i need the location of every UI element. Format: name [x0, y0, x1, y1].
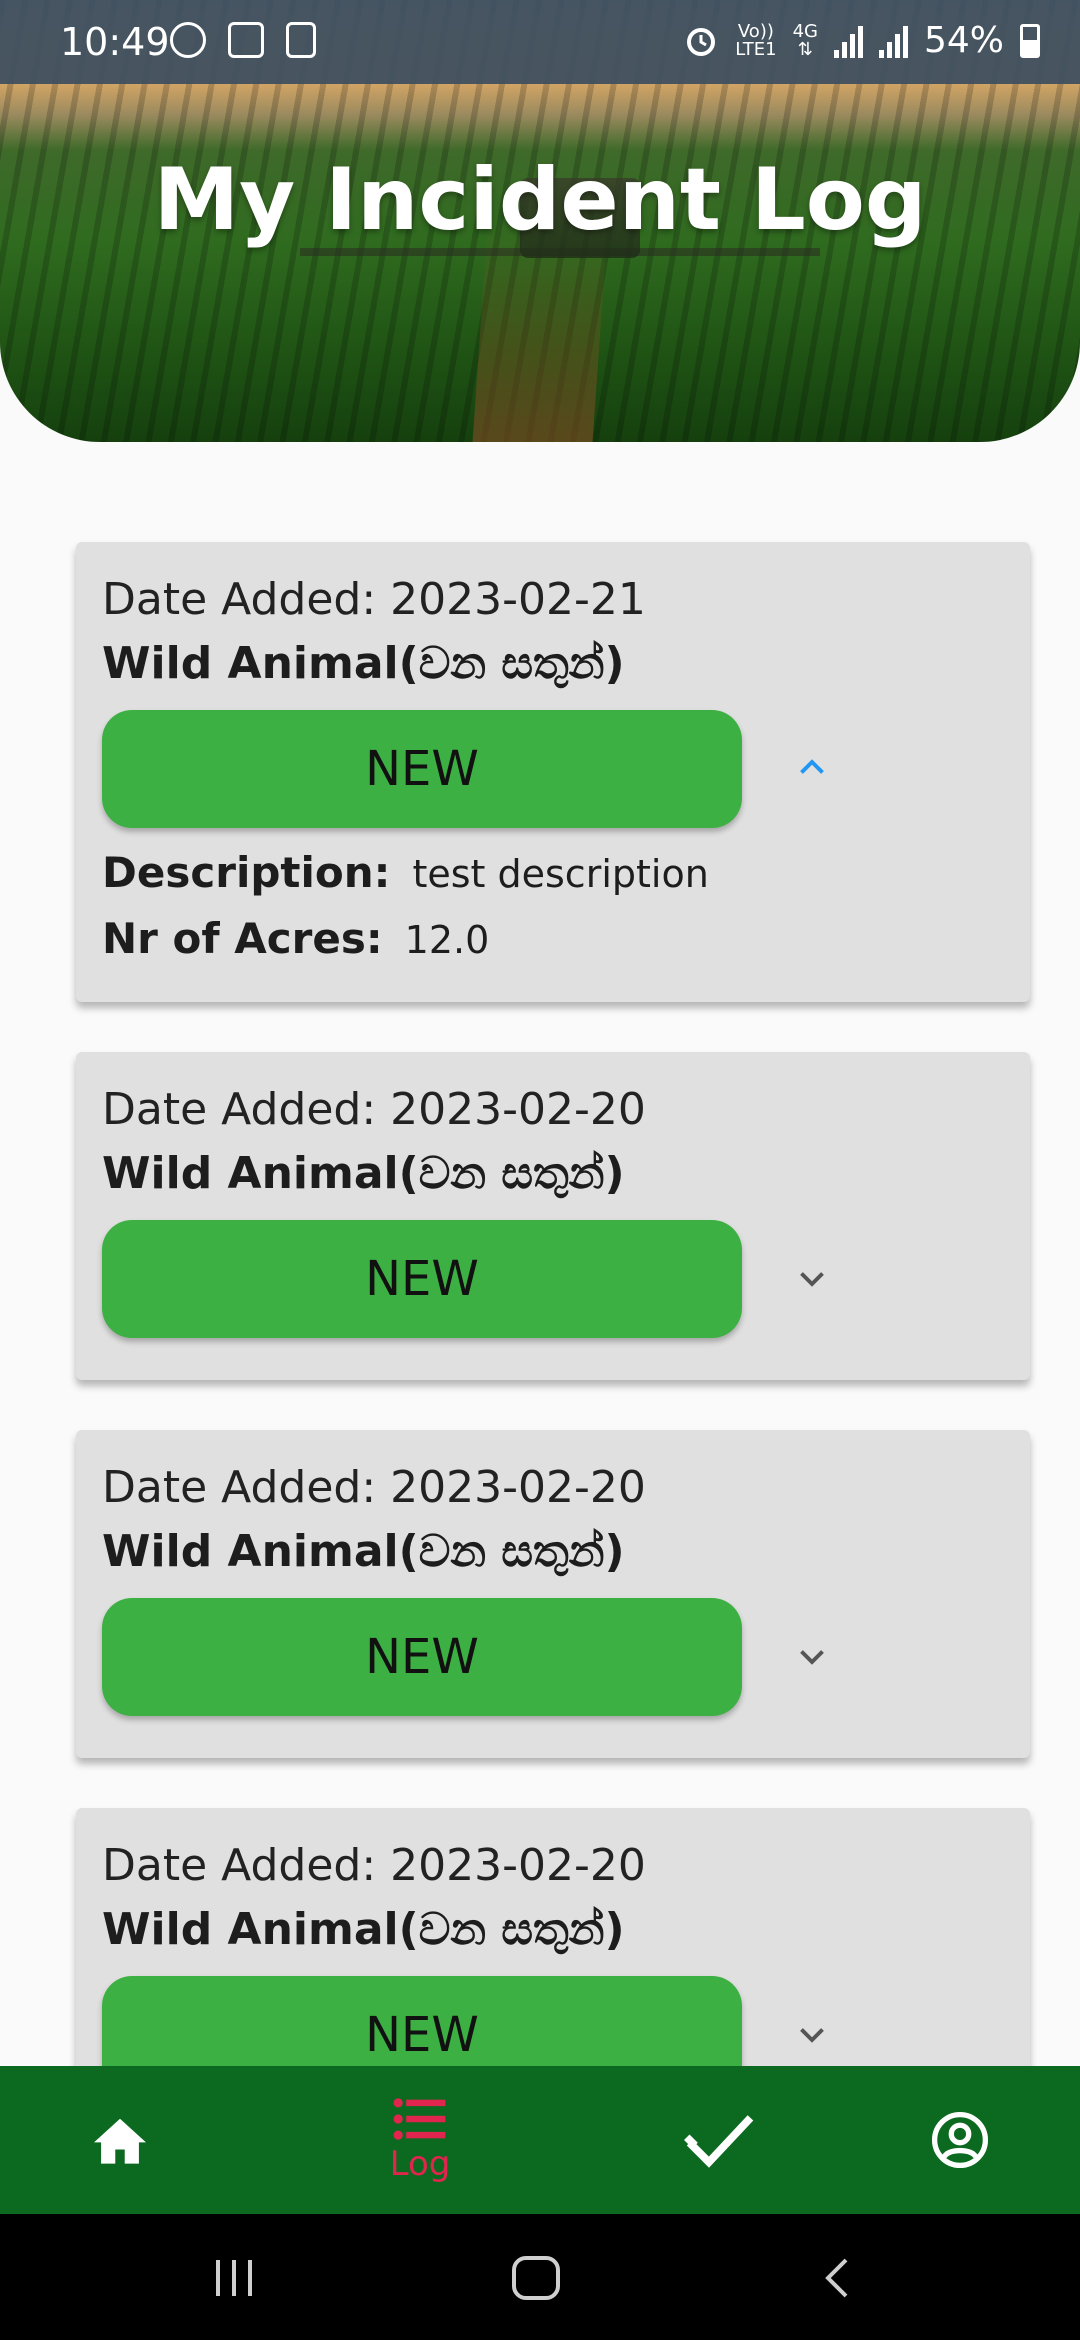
incident-type: Wild Animal(වන සතුන්) [102, 638, 625, 689]
recent-apps-icon[interactable] [212, 2258, 256, 2298]
incident-date: Date Added: 2023-02-20 [102, 1084, 646, 1135]
battery-icon [1020, 23, 1040, 58]
incident-date: Date Added: 2023-02-20 [102, 1840, 646, 1891]
check-icon [684, 2115, 754, 2168]
incident-card[interactable]: Date Added: 2023-02-21 Wild Animal(වන සත… [76, 542, 1030, 1002]
chevron-down-icon[interactable] [794, 2016, 830, 2052]
nav-log-label: Log [389, 2144, 451, 2184]
lte-label: LTE1 [735, 38, 777, 60]
status-button[interactable]: NEW [102, 1598, 742, 1716]
signal-icon-2 [878, 24, 908, 58]
network-type-label: 4G [792, 20, 818, 42]
incident-date: Date Added: 2023-02-20 [102, 1462, 646, 1513]
chevron-down-icon[interactable] [794, 1638, 830, 1674]
list-icon [393, 2098, 446, 2140]
description-row: Description: test description [102, 848, 709, 897]
chevron-up-icon[interactable] [794, 750, 830, 786]
profile-icon [931, 2111, 989, 2169]
incident-date: Date Added: 2023-02-21 [102, 574, 646, 625]
nav-home[interactable] [60, 2066, 180, 2214]
incident-card[interactable]: Date Added: 2023-02-20 Wild Animal(වන සත… [76, 1430, 1030, 1758]
whatsapp-icon [170, 22, 206, 58]
home-button-icon[interactable] [510, 2254, 562, 2302]
page-title: My Incident Log [153, 150, 927, 250]
home-icon [94, 2118, 146, 2164]
incident-type: Wild Animal(වන සතුන්) [102, 1148, 625, 1199]
incident-type: Wild Animal(වන සතුන්) [102, 1526, 625, 1577]
lock-icon [286, 22, 316, 58]
status-time: 10:49 [60, 20, 170, 64]
data-arrows-icon: ⇅ [797, 38, 813, 60]
status-button[interactable]: NEW [102, 1220, 742, 1338]
volte-indicator: Vo)) LTE1 [735, 20, 777, 60]
volte-label: Vo)) [737, 20, 774, 42]
acres-label: Nr of Acres: [102, 914, 383, 963]
nav-completed[interactable] [660, 2066, 780, 2214]
battery-percent: 54% [923, 20, 1004, 61]
status-system-icons: Vo)) LTE1 4G ⇅ 54% [683, 20, 1040, 61]
alarm-icon [687, 27, 716, 56]
nav-profile[interactable] [900, 2066, 1020, 2214]
chevron-down-icon[interactable] [794, 1260, 830, 1296]
system-navigation-bar [0, 2214, 1080, 2340]
status-bar: 10:49 Vo)) LTE1 4G ⇅ 54% [0, 0, 1080, 84]
status-notification-icons [170, 22, 316, 58]
gallery-icon [228, 22, 264, 58]
status-button[interactable]: NEW [102, 710, 742, 828]
acres-value: 12.0 [404, 918, 490, 962]
acres-row: Nr of Acres: 12.0 [102, 914, 489, 963]
incident-type: Wild Animal(වන සතුන්) [102, 1904, 625, 1955]
description-value: test description [412, 852, 709, 896]
incident-card[interactable]: Date Added: 2023-02-20 Wild Animal(වන සත… [76, 1052, 1030, 1380]
description-label: Description: [102, 848, 391, 897]
back-icon[interactable] [818, 2256, 854, 2300]
signal-icon-1 [833, 24, 863, 58]
nav-log[interactable]: Log [360, 2066, 480, 2214]
bottom-navigation: Log [0, 2066, 1080, 2214]
network-type-indicator: 4G ⇅ [792, 20, 818, 60]
